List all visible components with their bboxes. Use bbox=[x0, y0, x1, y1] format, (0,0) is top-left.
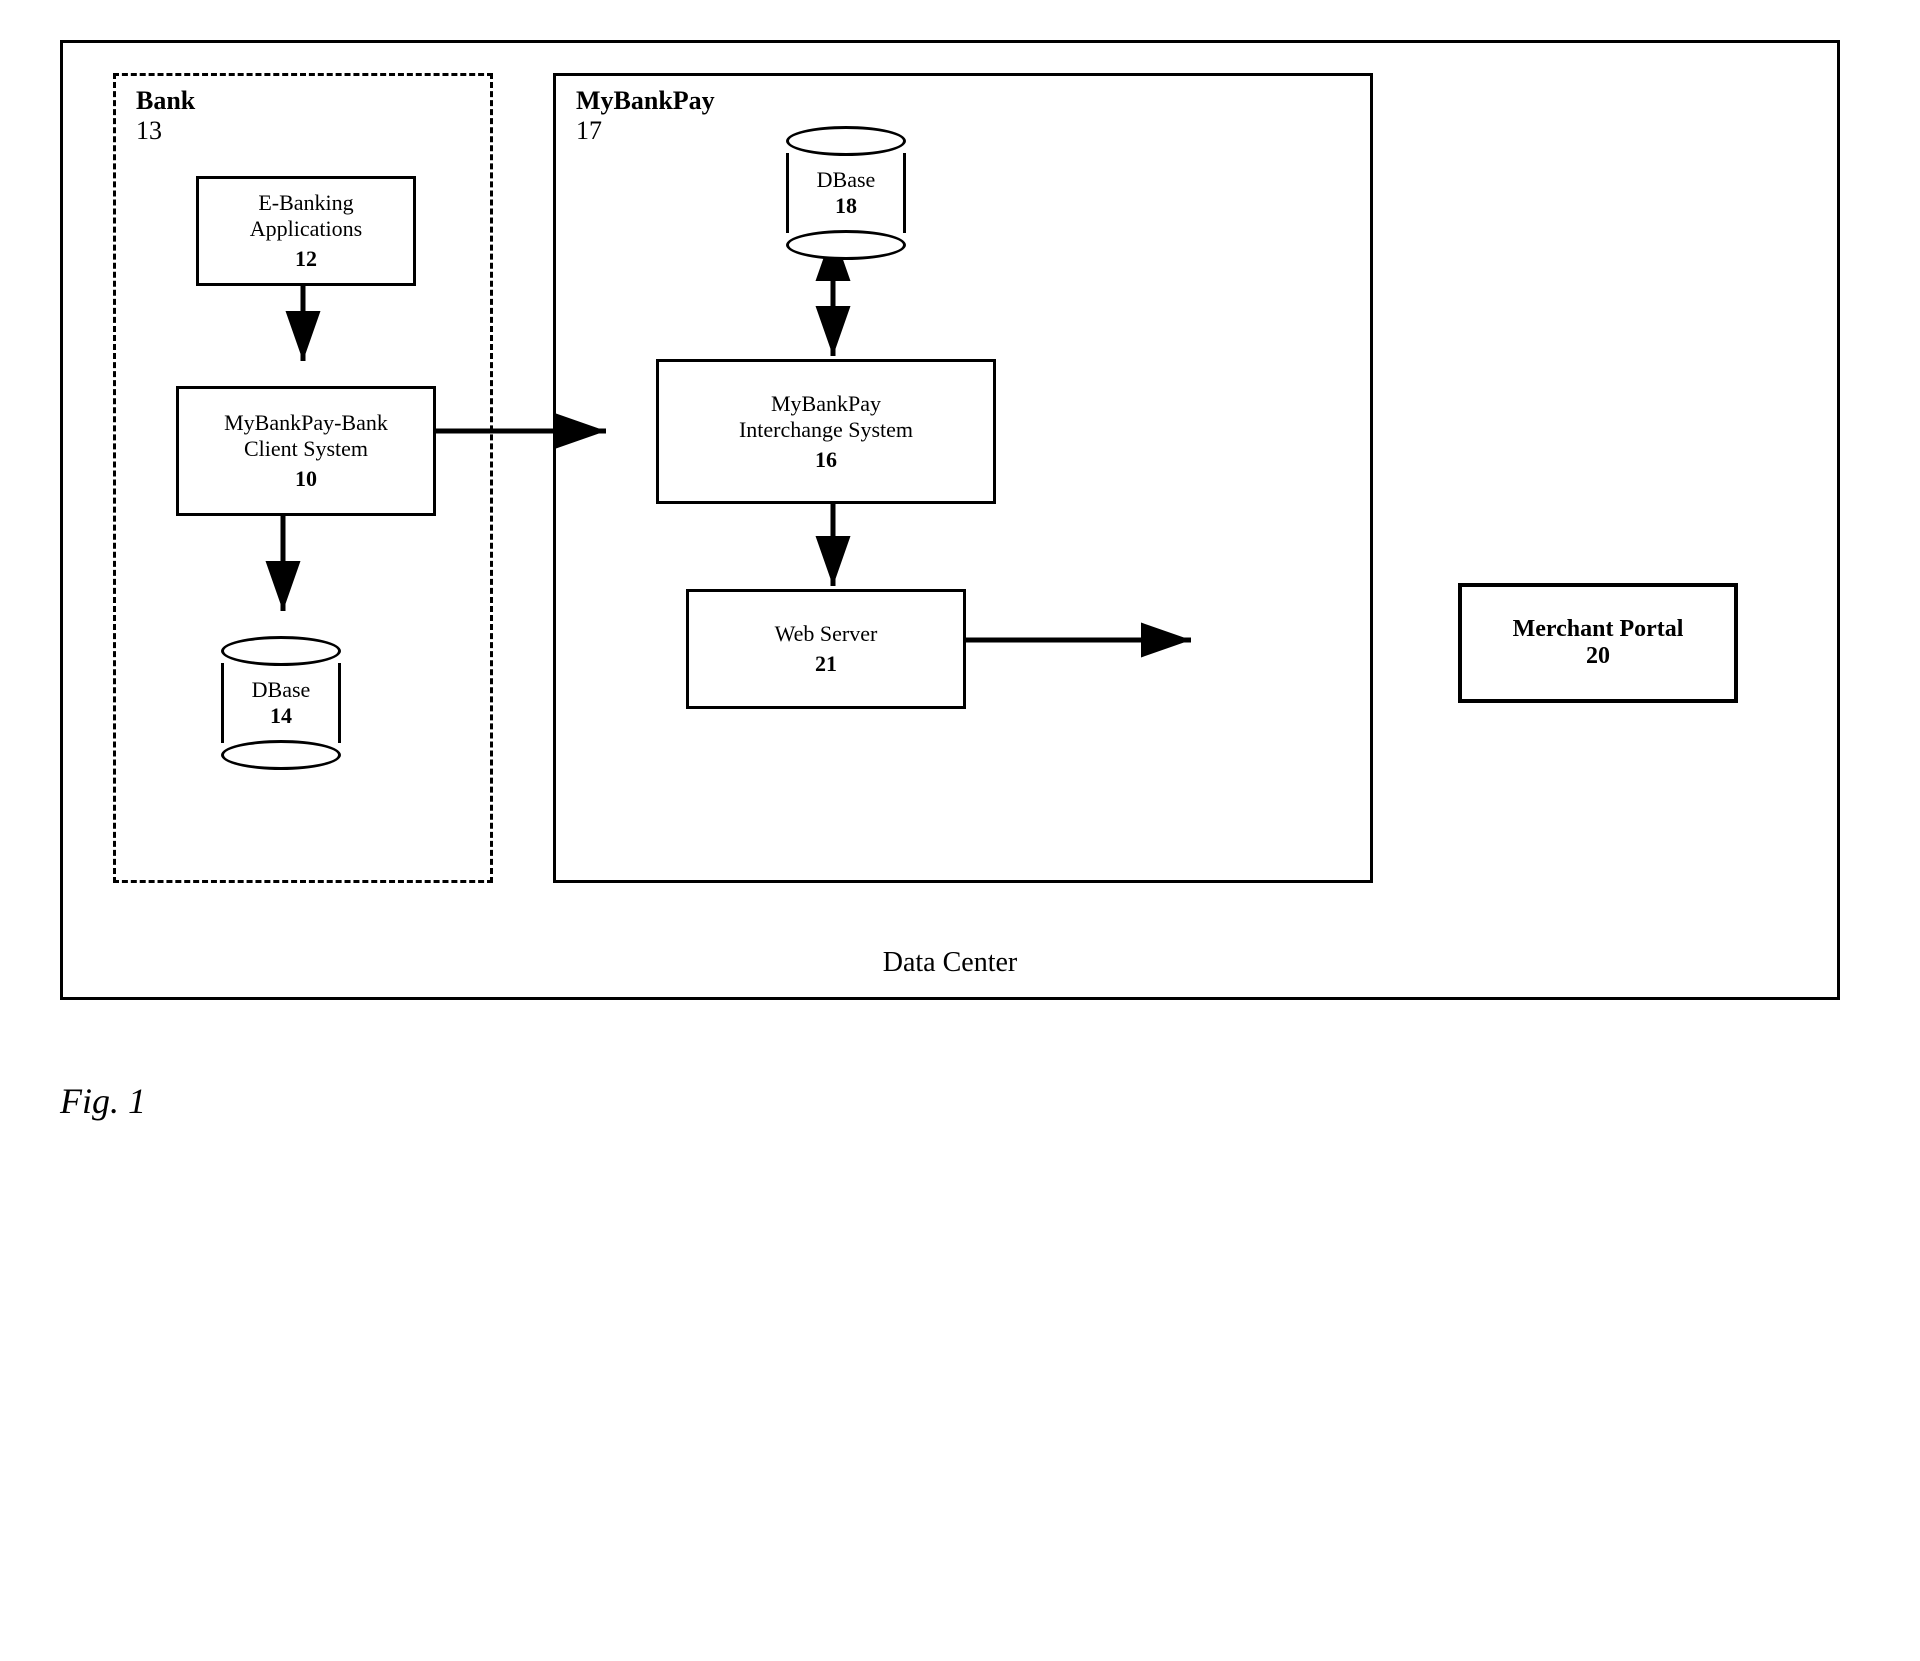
client-system-number: 10 bbox=[295, 466, 317, 492]
merchant-portal-number: 20 bbox=[1586, 643, 1610, 670]
client-system-title: MyBankPay-BankClient System bbox=[224, 410, 388, 462]
ebanking-title: E-BankingApplications bbox=[250, 190, 362, 242]
bank-label: Bank 13 bbox=[136, 86, 195, 146]
mybankpay-title: MyBankPay bbox=[576, 86, 715, 116]
dbase18-title: DBase bbox=[817, 167, 876, 193]
interchange-number: 16 bbox=[815, 447, 837, 473]
webserver-component: Web Server 21 bbox=[686, 589, 966, 709]
interchange-title: MyBankPayInterchange System bbox=[739, 391, 913, 443]
webserver-number: 21 bbox=[815, 651, 837, 677]
dbase14-title: DBase bbox=[252, 677, 311, 703]
mybankpay-box: MyBankPay 17 DBase 18 MyBankPayInterchan… bbox=[553, 73, 1373, 883]
dbase18-cylinder: DBase 18 bbox=[766, 126, 926, 260]
mybankpay-label: MyBankPay 17 bbox=[576, 86, 715, 146]
ebanking-number: 12 bbox=[295, 246, 317, 272]
dbase18-number: 18 bbox=[835, 193, 857, 219]
client-system-component: MyBankPay-BankClient System 10 bbox=[176, 386, 436, 516]
merchant-portal-title: Merchant Portal bbox=[1513, 616, 1684, 643]
data-center-label: Data Center bbox=[883, 947, 1018, 979]
dbase14-number: 14 bbox=[270, 703, 292, 729]
dbase14-cylinder: DBase 14 bbox=[201, 636, 361, 770]
diagram-outer: Bank 13 E-BankingApplications 12 MyBankP… bbox=[60, 40, 1840, 1000]
ebanking-component: E-BankingApplications 12 bbox=[196, 176, 416, 286]
mybankpay-number: 17 bbox=[576, 116, 715, 146]
fig-label: Fig. 1 bbox=[60, 1080, 146, 1122]
interchange-component: MyBankPayInterchange System 16 bbox=[656, 359, 996, 504]
bank-box: Bank 13 E-BankingApplications 12 MyBankP… bbox=[113, 73, 493, 883]
merchant-portal-component: Merchant Portal 20 bbox=[1458, 583, 1738, 703]
webserver-title: Web Server bbox=[775, 621, 878, 647]
